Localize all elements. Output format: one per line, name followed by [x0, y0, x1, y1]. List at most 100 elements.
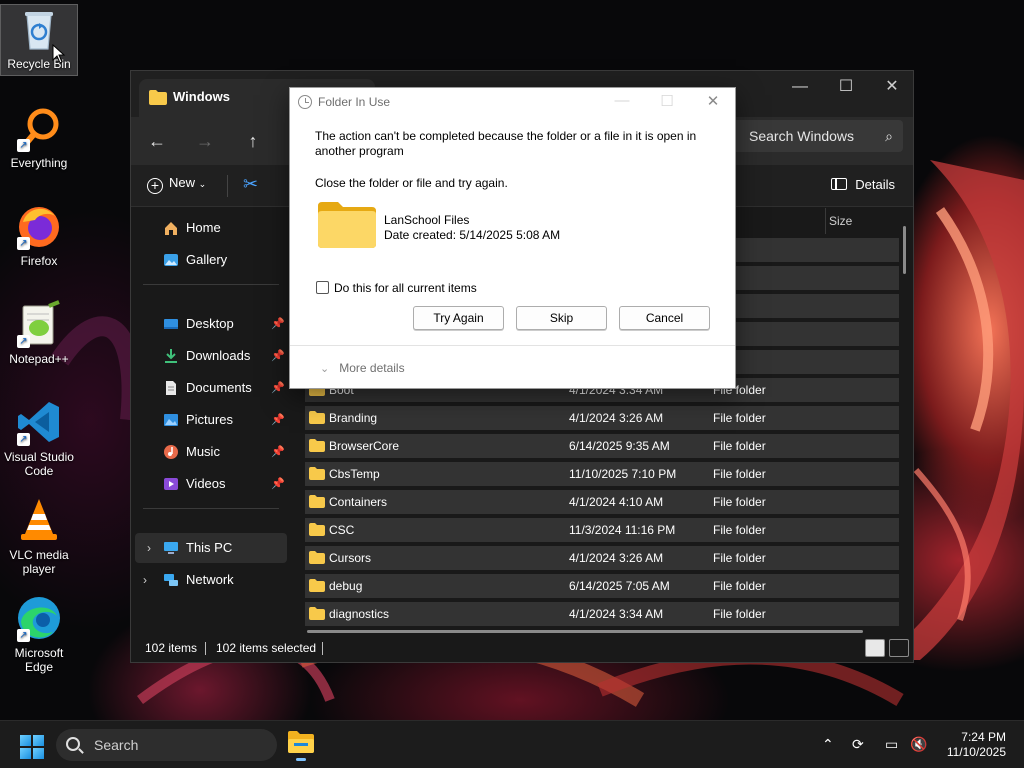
- column-header-size[interactable]: Size: [829, 208, 852, 234]
- file-date: 4/1/2024 3:26 AM: [569, 551, 664, 565]
- sync-alert-icon[interactable]: ⟳: [852, 736, 864, 753]
- pin-icon: 📌: [271, 478, 285, 490]
- item-count: 102 items: [145, 641, 198, 655]
- file-date: 6/14/2025 9:35 AM: [569, 439, 670, 453]
- desktop-icon-label: VLC media player: [9, 548, 69, 576]
- table-row[interactable]: CbsTemp 11/10/2025 7:10 PM File folder: [305, 462, 899, 486]
- edge-icon: ↗: [15, 594, 63, 642]
- maximize-button[interactable]: ☐: [656, 92, 678, 110]
- taskbar: Search ⌃ ⟳ ▭ 🔇 7:24 PM 11/10/2025: [0, 720, 1024, 768]
- vertical-scrollbar[interactable]: [903, 226, 906, 274]
- minimize-button[interactable]: —: [777, 71, 823, 103]
- table-row[interactable]: debug 6/14/2025 7:05 AM File folder: [305, 574, 899, 598]
- folder-in-use-dialog[interactable]: Folder In Use — ☐ ✕ The action can't be …: [289, 87, 736, 389]
- sidebar-item-home[interactable]: Home: [131, 213, 291, 243]
- pictures-icon: [164, 414, 178, 426]
- taskbar-file-explorer[interactable]: [286, 729, 316, 761]
- file-name: debug: [329, 579, 363, 593]
- cancel-button[interactable]: Cancel: [619, 306, 710, 330]
- desktop-icon-firefox[interactable]: ↗ Firefox: [1, 202, 77, 268]
- folder-icon: [309, 579, 325, 592]
- volume-muted-icon[interactable]: 🔇: [910, 736, 927, 753]
- desktop-icon-recycle-bin[interactable]: Recycle Bin: [0, 4, 78, 76]
- taskbar-search-input[interactable]: Search: [56, 729, 277, 761]
- cut-button[interactable]: ✂: [243, 174, 258, 195]
- table-row[interactable]: Branding 4/1/2024 3:26 AM File folder: [305, 406, 899, 430]
- sidebar-item-documents[interactable]: Documents 📌: [131, 373, 291, 403]
- folder-icon: [309, 411, 325, 424]
- taskbar-clock[interactable]: 7:24 PM 11/10/2025: [947, 730, 1006, 760]
- sidebar-divider: [143, 284, 279, 285]
- videos-icon: [164, 478, 178, 490]
- status-separator: [322, 642, 323, 655]
- start-button[interactable]: [20, 735, 44, 759]
- sidebar-item-videos[interactable]: Videos 📌: [131, 469, 291, 499]
- plus-icon: +: [147, 178, 163, 194]
- item-date-created: Date created: 5/14/2025 5:08 AM: [384, 228, 561, 242]
- apply-to-all-checkbox[interactable]: [316, 281, 329, 294]
- tiles-view-button[interactable]: [889, 639, 909, 657]
- sidebar-item-desktop[interactable]: Desktop 📌: [131, 309, 291, 339]
- details-label: Details: [855, 177, 895, 192]
- horizontal-scrollbar[interactable]: [307, 630, 863, 633]
- file-date: 4/1/2024 3:26 AM: [569, 411, 664, 425]
- sidebar-item-label: Gallery: [186, 252, 228, 267]
- skip-button[interactable]: Skip: [516, 306, 607, 330]
- sidebar-item-pictures[interactable]: Pictures 📌: [131, 405, 291, 435]
- file-name: CbsTemp: [329, 467, 380, 481]
- table-row[interactable]: diagnostics 4/1/2024 3:34 AM File folder: [305, 602, 899, 626]
- details-pane-button[interactable]: Details: [831, 177, 895, 192]
- sidebar-item-downloads[interactable]: Downloads 📌: [131, 341, 291, 371]
- close-button[interactable]: ✕: [869, 71, 915, 103]
- taskbar-search-placeholder: Search: [94, 737, 139, 753]
- new-button[interactable]: + New ⌄: [147, 175, 206, 194]
- sidebar-item-this-pc[interactable]: › This PC: [135, 533, 287, 563]
- table-row[interactable]: BrowserCore 6/14/2025 9:35 AM File folde…: [305, 434, 899, 458]
- sidebar-item-label: Network: [186, 572, 234, 587]
- file-date: 11/3/2024 11:16 PM: [569, 523, 676, 537]
- desktop-icon-label: Notepad++: [9, 352, 69, 366]
- apply-to-all-label[interactable]: Do this for all current items: [334, 281, 477, 295]
- clock-time: 7:24 PM: [961, 730, 1006, 744]
- dialog-message: The action can't be completed because th…: [315, 129, 697, 158]
- sidebar-item-network[interactable]: › Network: [131, 565, 291, 595]
- pin-icon: 📌: [271, 414, 285, 426]
- back-button[interactable]: ←: [141, 125, 173, 157]
- clock-date: 11/10/2025: [946, 745, 1006, 759]
- network-status-icon[interactable]: ▭: [885, 736, 898, 753]
- file-date: 11/10/2025 7:10 PM: [569, 467, 677, 481]
- vlc-icon: [15, 496, 63, 544]
- desktop-icon-notepad-plus-plus[interactable]: ↗ Notepad++: [1, 300, 77, 366]
- table-row[interactable]: CSC 11/3/2024 11:16 PM File folder: [305, 518, 899, 542]
- folder-icon: [309, 467, 325, 480]
- shortcut-arrow-icon: ↗: [17, 237, 30, 250]
- everything-search-icon: ↗: [15, 104, 63, 152]
- table-row[interactable]: Containers 4/1/2024 4:10 AM File folder: [305, 490, 899, 514]
- sidebar-item-music[interactable]: Music 📌: [131, 437, 291, 467]
- close-button[interactable]: ✕: [702, 92, 724, 110]
- chevron-right-icon: ›: [143, 573, 147, 587]
- details-view-button[interactable]: [865, 639, 885, 657]
- more-details-label: More details: [339, 361, 405, 375]
- chevron-down-icon: ⌄: [320, 363, 330, 375]
- chevron-up-icon[interactable]: ⌃: [822, 736, 834, 753]
- desktop-icon-vlc[interactable]: VLC media player: [1, 496, 77, 576]
- file-type: File folder: [713, 523, 766, 537]
- desktop-icon-vscode[interactable]: ↗ Visual Studio Code: [1, 398, 77, 478]
- desktop-icon-label: Microsoft Edge: [14, 646, 64, 674]
- desktop-icon-everything[interactable]: ↗ Everything: [1, 104, 77, 170]
- up-button[interactable]: ↑: [237, 125, 269, 157]
- minimize-button[interactable]: —: [611, 92, 633, 109]
- vscode-icon: ↗: [15, 398, 63, 446]
- chevron-right-icon: ›: [147, 541, 151, 555]
- try-again-button[interactable]: Try Again: [413, 306, 504, 330]
- folder-icon: [309, 523, 325, 536]
- desktop-icon-edge[interactable]: ↗ Microsoft Edge: [1, 594, 77, 674]
- more-details-toggle[interactable]: ⌄ More details: [320, 361, 405, 375]
- sidebar-item-gallery[interactable]: Gallery: [131, 245, 291, 275]
- table-row[interactable]: Cursors 4/1/2024 3:26 AM File folder: [305, 546, 899, 570]
- forward-button[interactable]: →: [189, 125, 221, 157]
- maximize-button[interactable]: ☐: [823, 71, 869, 103]
- folder-icon: [309, 439, 325, 452]
- search-input[interactable]: Search Windows ⌕: [727, 120, 903, 152]
